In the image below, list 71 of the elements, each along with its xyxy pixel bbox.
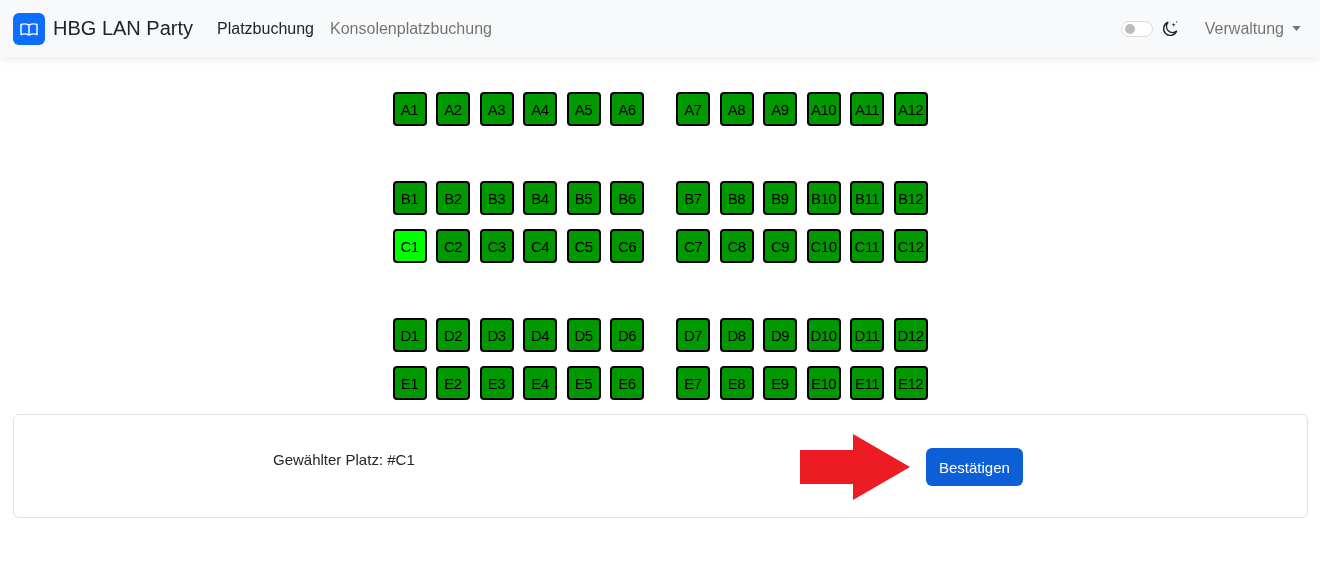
seat-button[interactable]: D1 bbox=[392, 318, 427, 352]
seat-button[interactable]: A4 bbox=[523, 92, 557, 126]
seat-button[interactable]: C1 bbox=[392, 229, 427, 263]
seat-button[interactable]: B11 bbox=[850, 181, 884, 215]
seat-button[interactable]: A3 bbox=[479, 92, 514, 126]
seat-button[interactable]: C3 bbox=[479, 229, 514, 263]
seat-button[interactable]: E8 bbox=[719, 366, 754, 400]
seat-button[interactable]: E6 bbox=[610, 366, 644, 400]
seat-button[interactable]: B3 bbox=[479, 181, 514, 215]
seat-button[interactable]: C2 bbox=[436, 229, 470, 263]
seat-button[interactable]: A12 bbox=[893, 92, 928, 126]
seat-button[interactable]: A5 bbox=[566, 92, 601, 126]
seat-button[interactable]: C10 bbox=[806, 229, 841, 263]
seat-button[interactable]: C6 bbox=[610, 229, 644, 263]
seat-button[interactable]: A1 bbox=[392, 92, 427, 126]
seat-button[interactable]: A8 bbox=[719, 92, 754, 126]
seat-button[interactable]: B6 bbox=[610, 181, 644, 215]
seat-button[interactable]: C5 bbox=[566, 229, 601, 263]
seat-button[interactable]: B7 bbox=[676, 181, 710, 215]
seat-button[interactable]: B8 bbox=[719, 181, 754, 215]
seat-button[interactable]: B4 bbox=[523, 181, 557, 215]
seat-button[interactable]: B10 bbox=[806, 181, 841, 215]
seat-button[interactable]: B1 bbox=[392, 181, 427, 215]
seat-button[interactable]: D7 bbox=[676, 318, 710, 352]
seat-button[interactable]: D10 bbox=[806, 318, 841, 352]
nav-link[interactable]: Platzbuchung bbox=[217, 19, 314, 38]
seat-button[interactable]: D5 bbox=[566, 318, 601, 352]
nav-link[interactable]: Konsolenplatzbuchung bbox=[330, 19, 492, 38]
seat-button[interactable]: E7 bbox=[676, 366, 710, 400]
caret-icon bbox=[1292, 26, 1301, 31]
seat-button[interactable]: E2 bbox=[436, 366, 470, 400]
seat-button[interactable]: E12 bbox=[893, 366, 928, 400]
brand-name[interactable]: HBG LAN Party bbox=[53, 17, 194, 40]
seat-button[interactable]: D12 bbox=[893, 318, 928, 352]
seat-button[interactable]: C12 bbox=[893, 229, 928, 263]
seat-button[interactable]: D11 bbox=[850, 318, 884, 352]
seat-button[interactable]: C9 bbox=[763, 229, 797, 263]
seat-button[interactable]: A9 bbox=[763, 92, 797, 126]
seat-button[interactable]: D6 bbox=[610, 318, 644, 352]
seat-button[interactable]: E5 bbox=[566, 366, 601, 400]
seat-button[interactable]: D2 bbox=[436, 318, 470, 352]
dark-mode-toggle[interactable] bbox=[1120, 20, 1153, 37]
seat-button[interactable]: C4 bbox=[523, 229, 557, 263]
seat-button[interactable]: E11 bbox=[850, 366, 884, 400]
seat-button[interactable]: B12 bbox=[893, 181, 928, 215]
seat-button[interactable]: B9 bbox=[763, 181, 797, 215]
seat-button[interactable]: A11 bbox=[850, 92, 884, 126]
arrow-icon bbox=[800, 434, 912, 500]
seat-button[interactable]: A10 bbox=[806, 92, 841, 126]
moon-stars-icon bbox=[1160, 19, 1179, 38]
seat-button[interactable]: E9 bbox=[763, 366, 797, 400]
seat-button[interactable]: E1 bbox=[392, 366, 427, 400]
seat-button[interactable]: D8 bbox=[719, 318, 754, 352]
seat-button[interactable]: C7 bbox=[676, 229, 710, 263]
seat-button[interactable]: A2 bbox=[436, 92, 470, 126]
seat-button[interactable]: A7 bbox=[676, 92, 710, 126]
seat-button[interactable]: B5 bbox=[566, 181, 601, 215]
seat-button[interactable]: E3 bbox=[479, 366, 514, 400]
seat-button[interactable]: C11 bbox=[850, 229, 884, 263]
seat-button[interactable]: E10 bbox=[806, 366, 841, 400]
seat-button[interactable]: D9 bbox=[763, 318, 797, 352]
seat-button[interactable]: D3 bbox=[479, 318, 514, 352]
book-icon[interactable] bbox=[13, 12, 45, 45]
selected-seat-text: Gewählter Platz: #C1 bbox=[273, 451, 415, 468]
seat-button[interactable]: C8 bbox=[719, 229, 754, 263]
seat-button[interactable]: D4 bbox=[523, 318, 557, 352]
confirm-button[interactable]: Bestätigen bbox=[926, 448, 1023, 486]
seat-button[interactable]: B2 bbox=[436, 181, 470, 215]
seat-button[interactable]: A6 bbox=[610, 92, 644, 126]
admin-menu[interactable]: Verwaltung bbox=[1204, 19, 1307, 38]
seat-button[interactable]: E4 bbox=[523, 366, 557, 400]
